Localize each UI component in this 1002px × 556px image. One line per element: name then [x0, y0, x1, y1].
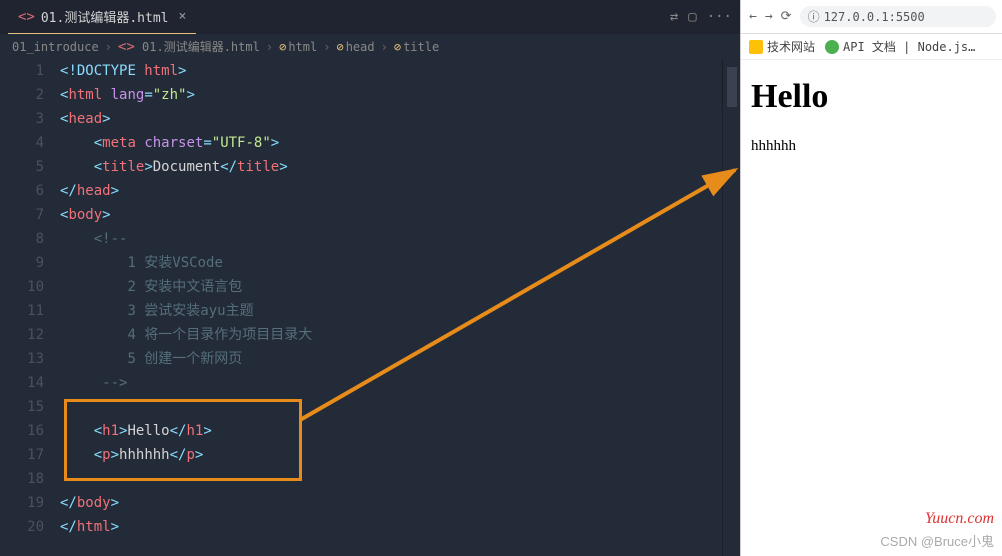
browser-viewport: Hello hhhhhh	[741, 60, 1002, 173]
breadcrumb-item[interactable]: ⊘html	[279, 40, 317, 54]
compare-icon[interactable]: ⇄	[670, 9, 678, 25]
chevron-right-icon: ›	[105, 40, 112, 54]
folder-icon	[749, 40, 763, 54]
close-tab-icon[interactable]: ×	[178, 9, 186, 24]
code-content[interactable]: <!DOCTYPE html><html lang="zh"><head> <m…	[60, 59, 722, 556]
editor-tabbar: <> 01.测试编辑器.html × ⇄ ▢ ···	[0, 0, 740, 34]
bookmark-item[interactable]: 技术网站	[749, 38, 815, 55]
breadcrumb[interactable]: 01_introduce › <> 01.测试编辑器.html › ⊘html …	[0, 34, 740, 59]
breadcrumb-item[interactable]: 01_introduce	[12, 40, 99, 54]
minimap[interactable]	[722, 59, 740, 556]
code-editor-pane: <> 01.测试编辑器.html × ⇄ ▢ ··· 01_introduce …	[0, 0, 740, 556]
chevron-right-icon: ›	[266, 40, 273, 54]
browser-pane: ← → ⟳ ⓘ 127.0.0.1:5500 技术网站 API 文档 | Nod…	[740, 0, 1002, 556]
page-heading: Hello	[751, 78, 992, 116]
bookmarks-bar: 技术网站 API 文档 | Node.js…	[741, 34, 1002, 60]
minimap-thumb	[727, 67, 737, 107]
forward-button[interactable]: →	[763, 7, 775, 26]
back-button[interactable]: ←	[747, 7, 759, 26]
address-bar[interactable]: ⓘ 127.0.0.1:5500	[800, 6, 996, 27]
code-area[interactable]: 1234567891011121314151617181920 <!DOCTYP…	[0, 59, 740, 556]
site-info-icon[interactable]: ⓘ	[808, 8, 820, 25]
line-number-gutter: 1234567891011121314151617181920	[0, 59, 60, 556]
chevron-right-icon: ›	[381, 40, 388, 54]
breadcrumb-item[interactable]: ⊘title	[394, 40, 439, 54]
url-text: 127.0.0.1:5500	[824, 10, 925, 24]
breadcrumb-item[interactable]: <> 01.测试编辑器.html	[118, 38, 260, 55]
editor-tab[interactable]: <> 01.测试编辑器.html ×	[8, 0, 196, 34]
more-actions-icon[interactable]: ···	[707, 9, 732, 25]
html-file-icon: <>	[18, 9, 35, 25]
reload-button[interactable]: ⟳	[779, 7, 794, 26]
annotation-box	[64, 399, 302, 481]
browser-toolbar: ← → ⟳ ⓘ 127.0.0.1:5500	[741, 0, 1002, 34]
tab-label: 01.测试编辑器.html	[41, 7, 169, 26]
breadcrumb-item[interactable]: ⊘head	[336, 40, 374, 54]
watermark: CSDN @Bruce小鬼	[880, 531, 994, 550]
chevron-right-icon: ›	[323, 40, 330, 54]
bookmark-icon	[825, 40, 839, 54]
watermark: Yuucn.com	[925, 510, 994, 528]
page-paragraph: hhhhhh	[751, 138, 992, 155]
bookmark-item[interactable]: API 文档 | Node.js…	[825, 38, 975, 55]
split-editor-icon[interactable]: ▢	[688, 9, 696, 25]
